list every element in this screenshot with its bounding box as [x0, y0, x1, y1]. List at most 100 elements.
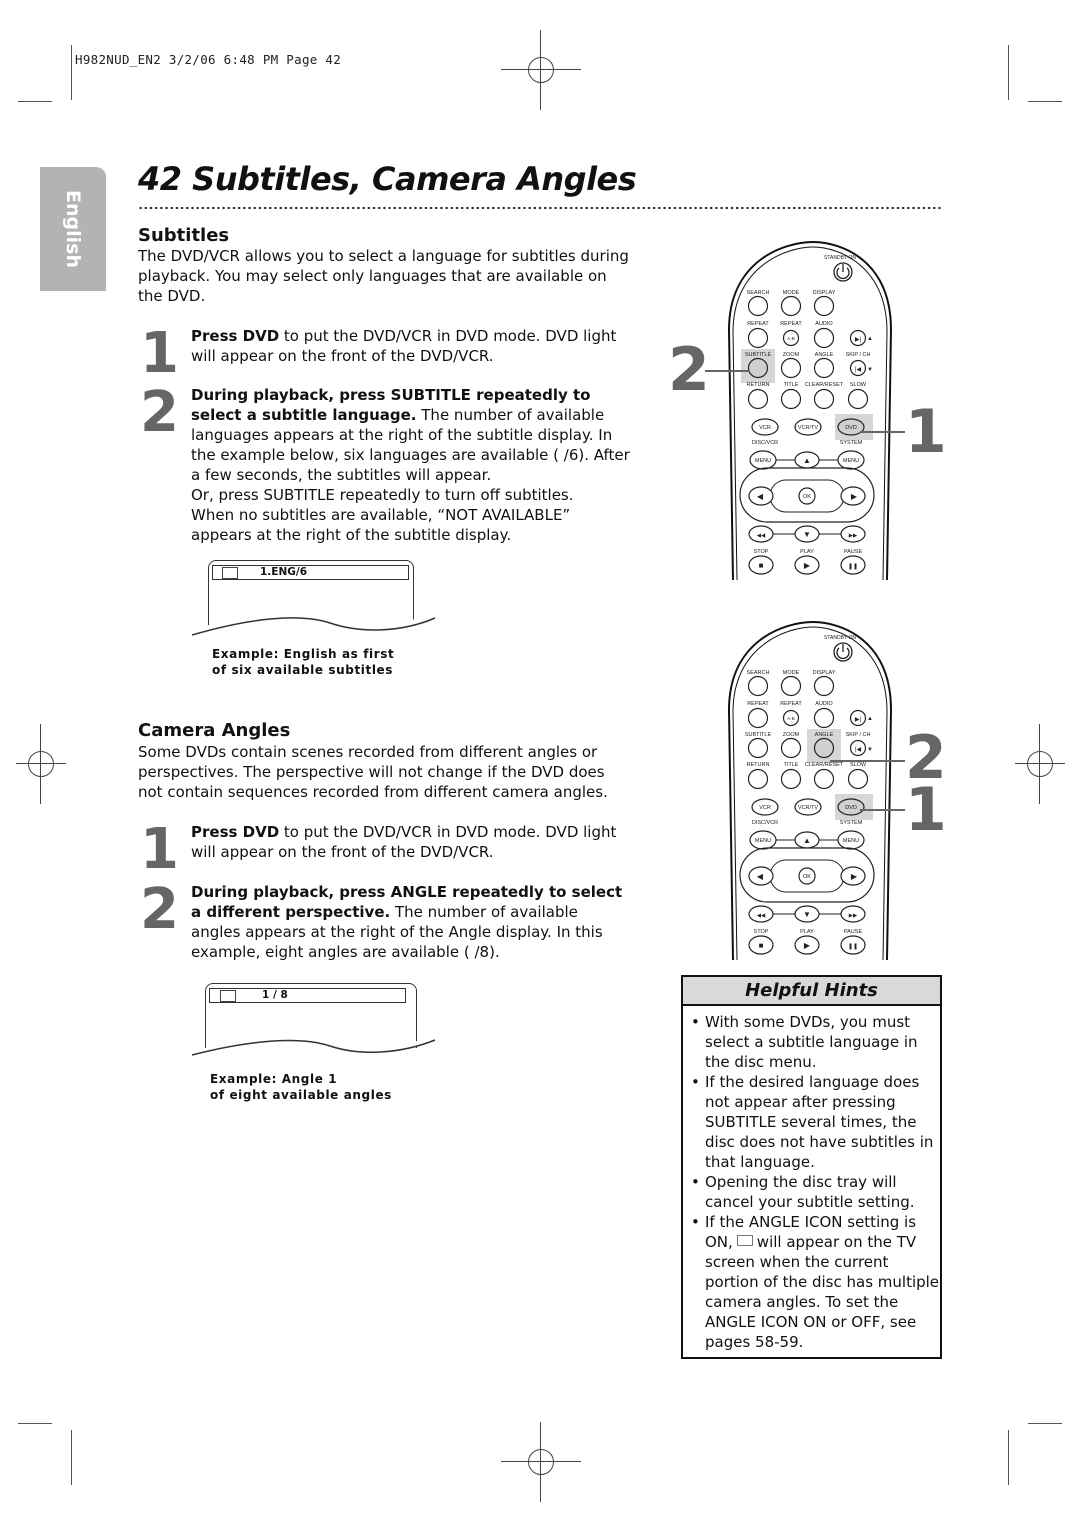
title-button[interactable] [780, 388, 802, 410]
mode-button[interactable] [780, 295, 802, 317]
up-arrow-icon: ▲ [803, 456, 811, 465]
skip-back-icon: |◀ [855, 367, 862, 373]
angle-osd-example: 1 / 8 [190, 980, 440, 1060]
button-label: VCR/TV [798, 425, 819, 431]
pause-icon: ❚❚ [848, 563, 858, 570]
subtitle-osd-example: 1.ENG/6 [190, 558, 440, 638]
play-icon: ▶ [804, 941, 811, 950]
button-label: SUBTITLE [745, 732, 772, 738]
pause-icon: ❚❚ [848, 943, 858, 950]
return-button[interactable] [747, 388, 769, 410]
disc-vcr-label: DISC/VCR [752, 440, 778, 446]
button-label: REPEAT [780, 321, 802, 327]
step-number: 1 [140, 817, 179, 882]
channel-down-icon: ▼ [867, 747, 873, 753]
callout-number: 1 [905, 397, 947, 467]
display-button[interactable] [813, 295, 835, 317]
hint-item: Opening the disc tray will cancel your s… [691, 1172, 940, 1212]
crop-mark [18, 101, 52, 102]
helpful-hints-title: Helpful Hints [683, 977, 940, 1006]
button-label: ANGLE [815, 352, 834, 358]
button-label: TITLE [784, 762, 799, 768]
registration-mark [501, 1422, 581, 1502]
button-label: MENU [843, 458, 859, 464]
caption-line: of six available subtitles [212, 663, 394, 677]
standby-label: STANDBY-ON [824, 255, 856, 261]
fast-forward-icon: ▶▶ [849, 913, 858, 919]
clear-reset-button[interactable] [813, 388, 835, 410]
angle-example-caption: Example: Angle 1 of eight available angl… [210, 1071, 392, 1103]
rewind-icon: ◀◀ [757, 913, 766, 919]
dotted-divider [138, 206, 943, 210]
caption-line: Example: Angle 1 [210, 1072, 338, 1086]
button-label: TITLE [784, 382, 799, 388]
angles-step-2: During playback, press ANGLE repeatedly … [191, 882, 631, 962]
zoom-button[interactable] [780, 357, 802, 379]
osd-value: 1.ENG/6 [260, 566, 308, 578]
registration-mark [1015, 724, 1065, 804]
audio-button[interactable] [813, 327, 835, 349]
button-label: SKIP / CH [846, 732, 871, 738]
slow-button[interactable] [847, 388, 869, 410]
button-label: CLEAR/RESET [805, 762, 844, 768]
button-label: PAUSE [844, 929, 863, 935]
title-button[interactable] [780, 768, 802, 790]
zoom-button[interactable] [780, 737, 802, 759]
callout-line [830, 760, 905, 762]
system-label: SYSTEM [840, 440, 863, 446]
channel-up-icon: ▲ [867, 716, 873, 722]
channel-up-icon: ▲ [867, 336, 873, 342]
step-number: 1 [140, 321, 179, 386]
button-label: REPEAT [780, 701, 802, 707]
button-label: MENU [755, 838, 771, 844]
fast-forward-icon: ▶▶ [849, 533, 858, 539]
mode-button[interactable] [780, 675, 802, 697]
return-button[interactable] [747, 768, 769, 790]
display-button[interactable] [813, 675, 835, 697]
disc-vcr-label: DISC/VCR [752, 820, 778, 826]
hint-item: If the ANGLE ICON setting is ON,will app… [691, 1212, 940, 1352]
step-extra: Or, press SUBTITLE repeatedly to turn of… [191, 486, 574, 544]
hint-text: will appear on the TV screen when the cu… [705, 1233, 940, 1351]
button-label: MENU [755, 458, 771, 464]
subtitle-icon [222, 567, 238, 579]
clear-reset-button[interactable] [813, 768, 835, 790]
angle-button[interactable] [813, 357, 835, 379]
page-title: 42 Subtitles, Camera Angles [138, 160, 637, 198]
button-label: STOP [754, 929, 769, 935]
button-label: SEARCH [747, 670, 770, 676]
subtitle-button[interactable] [747, 737, 769, 759]
crop-mark [1008, 1430, 1009, 1485]
search-button[interactable] [747, 675, 769, 697]
ab-label: A-B [787, 716, 795, 721]
button-label: ANGLE [815, 732, 834, 738]
step-bold: Press DVD [191, 823, 280, 841]
up-arrow-icon: ▲ [803, 836, 811, 845]
subtitle-button[interactable] [747, 357, 769, 379]
crop-mark [18, 1423, 52, 1424]
button-label: RETURN [747, 382, 770, 388]
step-number: 2 [140, 877, 179, 942]
repeat-button[interactable] [747, 327, 769, 349]
subtitles-step-2: During playback, press SUBTITLE repeated… [191, 385, 636, 545]
crop-mark [1028, 1423, 1062, 1424]
repeat-button[interactable] [747, 707, 769, 729]
right-arrow-icon: ▶ [851, 492, 858, 501]
button-label: REPEAT [747, 701, 769, 707]
hints-list: With some DVDs, you must select a subtit… [683, 1012, 940, 1352]
crop-mark [71, 1430, 72, 1485]
rewind-icon: ◀◀ [757, 533, 766, 539]
step-bold: Press DVD [191, 327, 280, 345]
audio-button[interactable] [813, 707, 835, 729]
button-label: DVD [845, 425, 857, 431]
button-label: AUDIO [815, 701, 833, 707]
angle-button[interactable] [813, 737, 835, 759]
search-button[interactable] [747, 295, 769, 317]
remote-control-angle: STANDBY-ON SEARCH MODE DISPLAY REPEAT REPEAT A… [725, 620, 895, 961]
remote-control-subtitle: STANDBY-ON SEARCH MODE DISPLAY REPEAT REPEAT A… [725, 240, 895, 581]
subtitles-step-1: Press DVD to put the DVD/VCR in DVD mode… [191, 326, 631, 366]
callout-number: 1 [905, 775, 947, 845]
slow-button[interactable] [847, 768, 869, 790]
caption-line: of eight available angles [210, 1088, 392, 1102]
button-label: VCR/TV [798, 805, 819, 811]
